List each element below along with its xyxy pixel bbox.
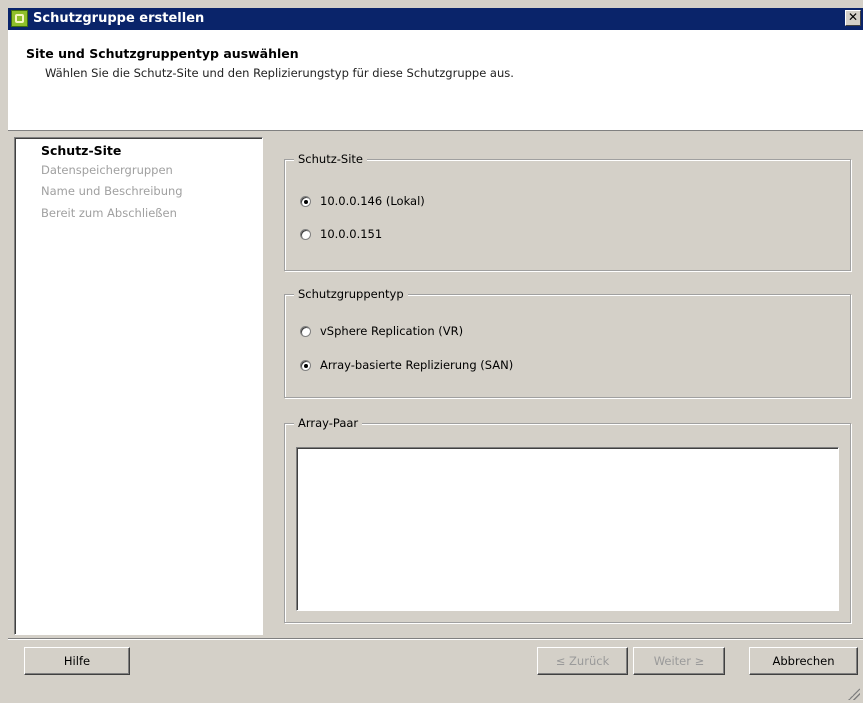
next-button[interactable]: Weiter ≥ bbox=[633, 647, 725, 675]
radio-button-icon[interactable] bbox=[300, 325, 311, 337]
array-pair-list[interactable] bbox=[296, 447, 839, 611]
type-option-label: vSphere Replication (VR) bbox=[320, 324, 464, 338]
close-icon[interactable]: ✕ bbox=[845, 10, 861, 26]
help-button[interactable]: Hilfe bbox=[24, 647, 130, 675]
site-option-label: 10.0.0.146 (Lokal) bbox=[320, 194, 425, 208]
page-title: Site und Schutzgruppentyp auswählen bbox=[26, 46, 299, 61]
site-option-label: 10.0.0.151 bbox=[320, 227, 383, 241]
cancel-button[interactable]: Abbrechen bbox=[749, 647, 858, 675]
footer-divider bbox=[8, 638, 863, 640]
array-pair-group: Array-Paar bbox=[284, 416, 851, 623]
back-button[interactable]: ≤ Zurück bbox=[537, 647, 628, 675]
radio-button-icon[interactable] bbox=[300, 195, 311, 207]
step-name-und-beschreibung: Name und Beschreibung bbox=[41, 184, 183, 198]
site-option-10-0-0-151[interactable]: 10.0.0.151 bbox=[300, 227, 382, 241]
group-type-legend: Schutzgruppentyp bbox=[294, 287, 408, 301]
type-option-label: Array-basierte Replizierung (SAN) bbox=[320, 358, 514, 372]
wizard-header: Site und Schutzgruppentyp auswählen Wähl… bbox=[8, 30, 863, 131]
site-option-10-0-0-146[interactable]: 10.0.0.146 (Lokal) bbox=[300, 194, 425, 208]
title-bar: Schutzgruppe erstellen ✕ bbox=[8, 8, 863, 30]
step-schutz-site: Schutz-Site bbox=[41, 143, 122, 158]
radio-button-icon[interactable] bbox=[300, 228, 311, 240]
array-pair-legend: Array-Paar bbox=[294, 416, 363, 430]
type-option-vsphere-replication[interactable]: vSphere Replication (VR) bbox=[300, 324, 463, 338]
resize-grip-icon[interactable] bbox=[848, 688, 860, 700]
group-type-group: Schutzgruppentyp vSphere Replication (VR… bbox=[284, 287, 851, 398]
protection-site-legend: Schutz-Site bbox=[294, 152, 367, 166]
page-subtitle: Wählen Sie die Schutz-Site und den Repli… bbox=[45, 66, 514, 80]
step-datenspeichergruppen: Datenspeichergruppen bbox=[41, 163, 173, 177]
wizard-steps-panel: Schutz-Site Datenspeichergruppen Name un… bbox=[14, 137, 263, 635]
radio-button-icon[interactable] bbox=[300, 359, 311, 371]
type-option-array-replication[interactable]: Array-basierte Replizierung (SAN) bbox=[300, 358, 513, 372]
step-bereit-zum-abschliessen: Bereit zum Abschließen bbox=[41, 206, 177, 220]
protection-site-group: Schutz-Site 10.0.0.146 (Lokal) 10.0.0.15… bbox=[284, 152, 851, 271]
window-title: Schutzgruppe erstellen bbox=[33, 11, 205, 26]
vsphere-app-icon bbox=[11, 10, 28, 27]
